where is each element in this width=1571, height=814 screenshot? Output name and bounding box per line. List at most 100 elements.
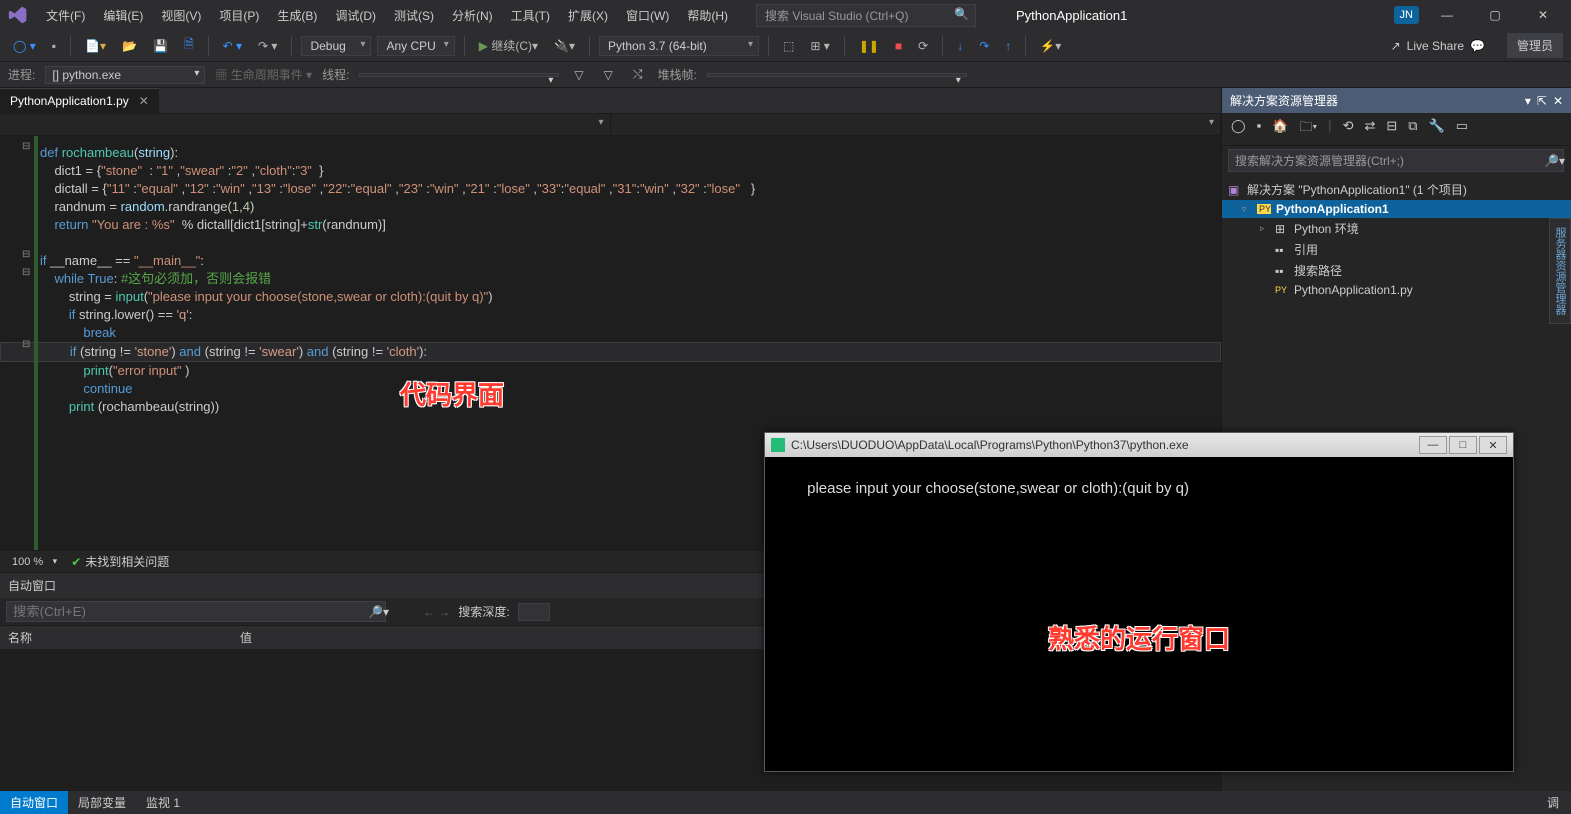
sol-fwd-icon[interactable]: ▪ [1254,116,1265,142]
chevron-right-icon[interactable]: ▹ [1260,223,1270,234]
pause-button[interactable]: ❚❚ [854,36,884,56]
sol-home-icon[interactable]: 🏠 [1269,116,1291,142]
tab-close-icon[interactable]: ✕ [139,94,149,108]
nav-fwd-button[interactable]: ▪ [47,36,61,56]
menu-extensions[interactable]: 扩展(X) [560,3,616,28]
menu-edit[interactable]: 编辑(E) [95,3,151,28]
menu-window[interactable]: 窗口(W) [618,3,677,28]
attach-button[interactable]: 🔌▾ [549,36,580,56]
console-max-button[interactable]: □ [1449,436,1477,454]
nav-back-button[interactable]: ◯ ▾ [8,36,41,56]
restart-button[interactable]: ⟳ [913,36,933,56]
filter-icon[interactable]: ▽ [569,65,588,85]
nav-scope-dropdown[interactable] [0,114,611,135]
fold-icon[interactable]: ⊟ [22,264,30,282]
tree-file[interactable]: PY PythonApplication1.py [1222,281,1571,299]
open-button[interactable]: 📂 [117,36,142,56]
zoom-dropdown[interactable]: 100 % [8,555,61,569]
sol-preview-icon[interactable]: ▭ [1453,116,1471,142]
misc-icon[interactable]: ⚡▾ [1035,36,1066,56]
tb-icon-1[interactable]: ⬚ [778,36,799,56]
redo-button[interactable]: ↷ ▾ [253,36,282,56]
titlebar: 文件(F) 编辑(E) 视图(V) 项目(P) 生成(B) 调试(D) 测试(S… [0,0,1571,30]
continue-button[interactable]: ▶ 继续(C) ▾ [474,34,543,57]
console-window[interactable]: C:\Users\DUODUO\AppData\Local\Programs\P… [764,432,1514,772]
menu-debug[interactable]: 调试(D) [327,3,384,28]
panel-dropdown-icon[interactable]: ▾ [1525,94,1531,108]
search-icon: 🔍 [954,7,969,21]
user-badge[interactable]: JN [1394,6,1419,24]
menu-test[interactable]: 测试(S) [386,3,442,28]
tree-search-paths[interactable]: ▪▪ 搜索路径 [1222,260,1571,281]
sol-refresh-icon[interactable]: ⇄ [1361,116,1378,142]
console-icon [771,438,785,452]
save-all-button[interactable]: 🗎 [179,32,199,59]
sol-collapse-icon[interactable]: ⊟ [1383,116,1400,142]
new-file-button[interactable]: 📄▾ [80,36,111,56]
global-search-input[interactable]: 搜索 Visual Studio (Ctrl+Q) 🔍 [756,4,976,27]
undo-button[interactable]: ↶ ▾ [218,36,247,56]
col-name[interactable]: 名称 [0,629,240,646]
platform-dropdown[interactable]: Any CPU [377,36,454,56]
stop-button[interactable]: ■ [890,36,907,56]
step-into-button[interactable]: ↓ [952,36,968,56]
menu-tools[interactable]: 工具(T) [503,3,558,28]
process-dropdown[interactable]: [] python.exe [45,66,205,84]
panel-close-icon[interactable]: ✕ [1553,94,1563,108]
fold-icon[interactable]: ⊟ [22,246,30,264]
tab-watch[interactable]: 监视 1 [136,791,190,814]
search-icon[interactable]: 🔎▾ [368,605,389,619]
menu-file[interactable]: 文件(F) [38,3,93,28]
sol-showall-icon[interactable]: 🗀▾ [1296,116,1320,142]
tree-solution-root[interactable]: ▣ 解决方案 "PythonApplication1" (1 个项目) [1222,179,1571,200]
step-over-button[interactable]: ↷ [974,36,994,56]
console-close-button[interactable]: ✕ [1479,436,1507,454]
python-env-dropdown[interactable]: Python 3.7 (64-bit) [599,36,759,56]
tb-icon-2[interactable]: ⊞ ▾ [805,36,834,56]
save-button[interactable]: 💾 [148,36,173,56]
shuffle-icon[interactable]: ⤭ [628,64,648,85]
sol-copy-icon[interactable]: ⧉ [1405,116,1420,142]
step-out-button[interactable]: ↑ [1000,36,1016,56]
depth-dropdown[interactable] [518,603,550,621]
live-share-button[interactable]: ↗ Live Share 💬 [1383,37,1493,55]
config-dropdown[interactable]: Debug [301,36,371,56]
nav-bar [0,114,1221,136]
sol-properties-icon[interactable]: 🔧 [1426,116,1448,142]
fold-icon[interactable]: ⊟ [22,336,30,354]
panel-pin-icon[interactable]: ⇱ [1537,94,1547,108]
console-output[interactable]: please input your choose(stone,swear or … [765,457,1513,537]
console-titlebar[interactable]: C:\Users\DUODUO\AppData\Local\Programs\P… [765,433,1513,457]
fold-icon[interactable]: ⊟ [22,138,30,156]
menu-analyze[interactable]: 分析(N) [444,3,501,28]
tab-locals[interactable]: 局部变量 [68,791,136,814]
tree-project[interactable]: ▿ PY PythonApplication1 [1222,200,1571,218]
thread-dropdown[interactable] [359,73,559,77]
share-icon: ↗ [1391,39,1401,53]
search-icon[interactable]: 🔎▾ [1544,154,1565,168]
tab-right-prefix[interactable]: 调 [1537,791,1571,814]
console-min-button[interactable]: — [1419,436,1447,454]
feedback-icon[interactable]: 💬 [1470,39,1485,53]
minimize-button[interactable]: — [1427,1,1467,29]
stackframe-dropdown[interactable] [707,73,967,77]
menu-project[interactable]: 项目(P) [211,3,267,28]
process-label: 进程: [8,66,35,83]
chevron-down-icon[interactable]: ▿ [1242,204,1252,215]
filter2-icon[interactable]: ▽ [599,65,618,85]
close-button[interactable]: ✕ [1523,1,1563,29]
menu-view[interactable]: 视图(V) [153,3,209,28]
sol-back-icon[interactable]: ◯ [1228,116,1249,142]
server-explorer-tab[interactable]: 服务器资源管理器 [1549,218,1571,324]
solution-search-input[interactable]: 搜索解决方案资源管理器(Ctrl+;) [1228,149,1564,172]
tree-python-env[interactable]: ▹ ⊞ Python 环境 [1222,218,1571,239]
menu-build[interactable]: 生成(B) [269,3,325,28]
menu-help[interactable]: 帮助(H) [679,3,736,28]
tab-autos[interactable]: 自动窗口 [0,791,68,814]
autos-search-input[interactable] [6,601,386,622]
maximize-button[interactable]: ▢ [1475,1,1515,29]
nav-member-dropdown[interactable] [611,114,1222,135]
file-tab[interactable]: PythonApplication1.py ✕ [0,88,159,113]
sol-sync-icon[interactable]: ⟲ [1340,116,1357,142]
tree-references[interactable]: ▪▪ 引用 [1222,239,1571,260]
